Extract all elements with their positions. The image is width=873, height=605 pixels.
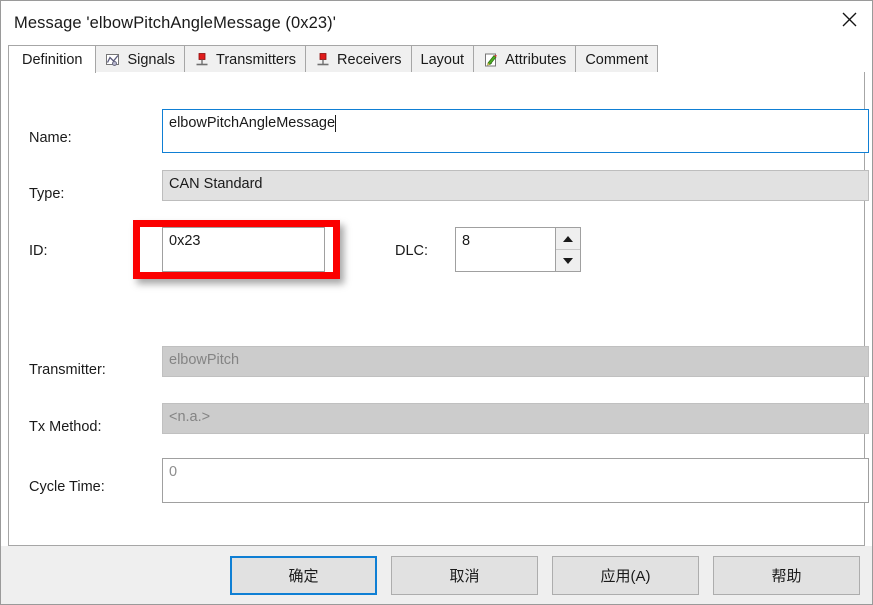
dlc-spinner-buttons (555, 228, 580, 271)
type-label: Type: (29, 186, 65, 202)
type-value: CAN Standard (162, 170, 869, 201)
tab-layout-label: Layout (420, 51, 465, 68)
ok-button[interactable]: 确定 (230, 555, 377, 595)
cycle-time-input[interactable]: 0 (162, 458, 869, 503)
name-input-value: elbowPitchAngleMessage (169, 115, 336, 131)
tab-transmitters-label: Transmitters (216, 51, 297, 68)
dlc-label: DLC: (395, 243, 429, 259)
apply-button-label: 应用(A) (600, 567, 651, 585)
tab-definition[interactable]: Definition (8, 45, 97, 73)
help-button-label: 帮助 (771, 567, 802, 585)
apply-button[interactable]: 应用(A) (552, 555, 699, 595)
tab-receivers[interactable]: Receivers (306, 45, 412, 73)
tx-method-label: Tx Method: (29, 419, 102, 435)
text-caret (335, 115, 337, 132)
tab-comment-label: Comment (585, 51, 649, 68)
type-value-text: CAN Standard (169, 176, 263, 192)
receiver-pin-icon (315, 52, 331, 68)
ok-button-label: 确定 (288, 567, 319, 585)
signals-icon (105, 52, 121, 68)
transmitter-pin-icon (194, 52, 210, 68)
id-input[interactable]: 0x23 (162, 227, 325, 272)
dialog-title: Message 'elbowPitchAngleMessage (0x23)' (14, 13, 337, 32)
help-button[interactable]: 帮助 (713, 555, 860, 595)
dlc-value: 8 (462, 233, 471, 249)
definition-form: Name: elbowPitchAngleMessage Type: CAN S… (9, 72, 869, 545)
transmitter-label: Transmitter: (29, 362, 106, 378)
attributes-pencil-icon (483, 52, 499, 68)
tab-strip: Definition Signals Transmitters Receiver… (8, 45, 865, 73)
transmitter-value-text: elbowPitch (169, 352, 240, 368)
tab-comment[interactable]: Comment (576, 45, 659, 73)
tab-transmitters[interactable]: Transmitters (185, 45, 307, 73)
transmitter-value: elbowPitch (162, 346, 869, 377)
tab-signals[interactable]: Signals (96, 45, 186, 73)
id-label: ID: (29, 243, 48, 259)
tx-method-value-text: <n.a.> (169, 409, 211, 425)
chevron-up-icon (563, 235, 573, 242)
dlc-increment-button[interactable] (556, 228, 580, 250)
name-label: Name: (29, 130, 72, 146)
tab-attributes-label: Attributes (505, 51, 567, 68)
cancel-button-label: 取消 (449, 567, 480, 585)
cycle-time-value: 0 (169, 464, 178, 480)
close-icon[interactable] (826, 1, 872, 37)
dlc-decrement-button[interactable] (556, 250, 580, 271)
name-input[interactable]: elbowPitchAngleMessage (162, 109, 869, 153)
cancel-button[interactable]: 取消 (391, 555, 538, 595)
tx-method-value: <n.a.> (162, 403, 869, 434)
cycle-time-label: Cycle Time: (29, 479, 105, 495)
chevron-down-icon (563, 257, 573, 264)
message-dialog: Message 'elbowPitchAngleMessage (0x23)' … (0, 0, 873, 605)
dlc-spinner[interactable]: 8 (455, 227, 581, 272)
tab-definition-label: Definition (22, 51, 83, 68)
definition-panel: Name: elbowPitchAngleMessage Type: CAN S… (8, 72, 869, 546)
title-bar: Message 'elbowPitchAngleMessage (0x23)' (1, 1, 872, 45)
id-input-value: 0x23 (169, 233, 201, 249)
dialog-footer: 确定 取消 应用(A) 帮助 (1, 546, 872, 604)
tab-layout[interactable]: Layout (411, 45, 475, 73)
tab-receivers-label: Receivers (337, 51, 402, 68)
tab-signals-label: Signals (127, 51, 176, 68)
tab-attributes[interactable]: Attributes (474, 45, 577, 73)
